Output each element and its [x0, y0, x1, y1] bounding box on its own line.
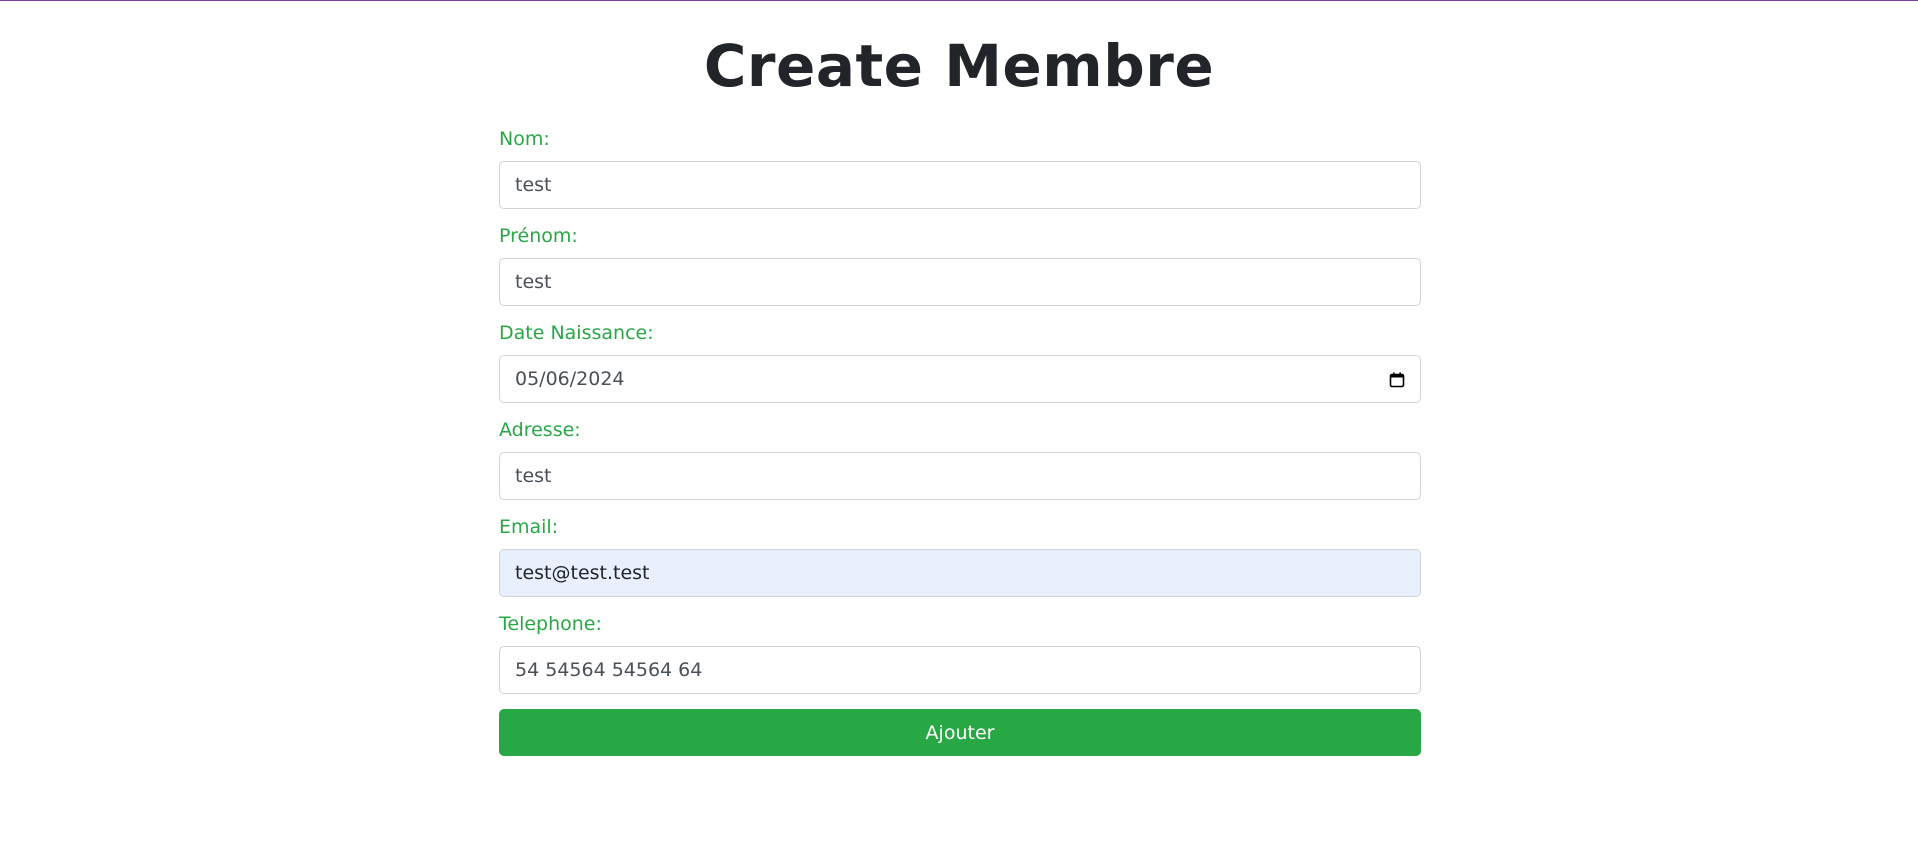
adresse-label: Adresse:: [499, 419, 581, 441]
ajouter-button[interactable]: Ajouter: [499, 709, 1421, 756]
adresse-value: test: [515, 465, 552, 487]
prenom-input[interactable]: test: [499, 258, 1421, 306]
nom-value: test: [515, 174, 552, 196]
nom-label: Nom:: [499, 128, 550, 150]
calendar-icon[interactable]: [1389, 371, 1405, 388]
field-group-nom: Nom: test: [499, 127, 1421, 209]
date-naissance-value: 05/06/2024: [515, 368, 625, 390]
create-membre-form: Nom: test Prénom: test Date Naissance: 0…: [499, 124, 1421, 756]
nom-input[interactable]: test: [499, 161, 1421, 209]
field-group-telephone: Telephone: 54 54564 54564 64: [499, 612, 1421, 694]
adresse-input[interactable]: test: [499, 452, 1421, 500]
email-label: Email:: [499, 516, 559, 538]
telephone-label: Telephone:: [499, 613, 602, 635]
page-title: Create Membre: [703, 32, 1215, 100]
field-group-date-naissance: Date Naissance: 05/06/2024: [499, 321, 1421, 403]
date-naissance-input[interactable]: 05/06/2024: [499, 355, 1421, 403]
field-group-email: Email: test@test.test: [499, 515, 1421, 597]
field-group-prenom: Prénom: test: [499, 224, 1421, 306]
prenom-label: Prénom:: [499, 225, 578, 247]
email-value: test@test.test: [515, 562, 650, 584]
field-group-adresse: Adresse: test: [499, 418, 1421, 500]
prenom-value: test: [515, 271, 552, 293]
telephone-input[interactable]: 54 54564 54564 64: [499, 646, 1421, 694]
date-naissance-label: Date Naissance:: [499, 322, 654, 344]
top-border-line: [0, 0, 1918, 1]
email-input[interactable]: test@test.test: [499, 549, 1421, 597]
telephone-value: 54 54564 54564 64: [515, 659, 703, 681]
